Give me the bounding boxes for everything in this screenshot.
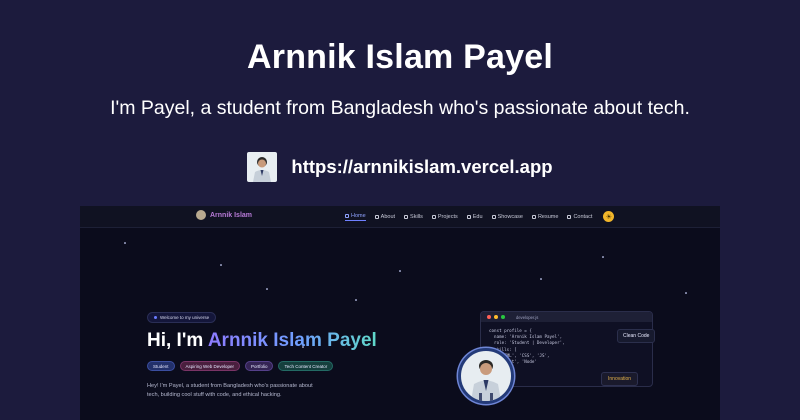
- preview-logo[interactable]: Arnnik Islam: [196, 210, 252, 220]
- hero-heading: Hi, I'm Arnnik Islam Payel: [147, 330, 377, 352]
- welcome-badge-text: Welcome to my universe: [160, 315, 210, 320]
- nav-showcase[interactable]: Showcase: [491, 213, 523, 220]
- url-row: https://arnnikislam.vercel.app: [0, 152, 800, 182]
- nav-skills[interactable]: Skills: [404, 214, 423, 220]
- site-preview: Arnnik Islam Home About Skills Projects …: [80, 206, 720, 420]
- image-icon: [491, 214, 496, 219]
- chip-web-developer: Aspiring Web Developer: [179, 361, 240, 371]
- chip-content-creator: Tech Content Creator: [278, 361, 334, 371]
- hero-prefix: Hi, I'm: [147, 330, 208, 351]
- nav-home-label: Home: [351, 212, 366, 219]
- file-icon: [531, 214, 536, 219]
- maximize-dot-icon: [501, 315, 505, 319]
- star: [220, 264, 222, 266]
- minimize-dot-icon: [494, 315, 498, 319]
- star: [266, 288, 268, 290]
- badge-dot-icon: [154, 316, 157, 319]
- role-chips: Student Aspiring Web Developer Portfolio…: [147, 361, 334, 371]
- mail-icon: [567, 214, 572, 219]
- innovation-badge: Innovation: [601, 372, 639, 386]
- nav-contact[interactable]: Contact: [567, 214, 592, 220]
- nav-about[interactable]: About: [374, 213, 396, 220]
- book-icon: [466, 214, 471, 219]
- logo-text: Arnnik Islam: [210, 211, 253, 219]
- site-url[interactable]: https://arnnikislam.vercel.app: [291, 156, 552, 178]
- home-icon: [345, 213, 349, 218]
- nav-contact-label: Contact: [573, 213, 593, 220]
- card-subtitle: I'm Payel, a student from Bangladesh who…: [110, 97, 690, 119]
- nav-about-label: About: [380, 213, 396, 220]
- star: [540, 278, 542, 280]
- star: [685, 292, 687, 294]
- star: [602, 256, 604, 258]
- theme-toggle-sun-icon[interactable]: ☀: [603, 211, 615, 222]
- profile-thumbnail: [247, 152, 278, 182]
- chip-portfolio: Portfolio: [244, 361, 274, 371]
- chip-student: Student: [147, 361, 175, 371]
- star: [124, 242, 126, 244]
- profile-avatar: [458, 348, 514, 404]
- hero-description: Hey! I'm Payel, a student from Banglades…: [147, 383, 313, 398]
- logo-avatar-icon: [196, 210, 206, 220]
- user-icon: [374, 214, 379, 219]
- folder-icon: [431, 214, 436, 219]
- hero-name: Arnnik Islam Payel: [207, 330, 377, 351]
- clean-code-badge: Clean Code: [617, 329, 656, 343]
- card-title: Arnnik Islam Payel: [247, 38, 553, 76]
- nav-resume-label: Resume: [537, 213, 559, 220]
- star: [355, 299, 357, 301]
- preview-navbar: Arnnik Islam Home About Skills Projects …: [80, 206, 720, 228]
- person-icon: [253, 157, 272, 182]
- code-icon: [404, 214, 409, 219]
- nav-skills-label: Skills: [410, 213, 423, 220]
- nav-projects-label: Projects: [437, 213, 458, 220]
- nav-resume[interactable]: Resume: [531, 213, 559, 220]
- code-window-header: developer.js: [481, 312, 652, 322]
- nav-showcase-label: Showcase: [497, 213, 523, 220]
- person-icon: [471, 360, 501, 401]
- close-dot-icon: [487, 315, 491, 319]
- nav-projects[interactable]: Projects: [431, 213, 458, 220]
- preview-menu: Home About Skills Projects Edu Showcase …: [345, 211, 615, 222]
- code-filename: developer.js: [516, 314, 539, 320]
- nav-home[interactable]: Home: [345, 213, 366, 221]
- star: [399, 270, 401, 272]
- nav-edu-label: Edu: [472, 213, 483, 220]
- welcome-badge: Welcome to my universe: [147, 312, 217, 323]
- nav-edu[interactable]: Edu: [466, 213, 483, 220]
